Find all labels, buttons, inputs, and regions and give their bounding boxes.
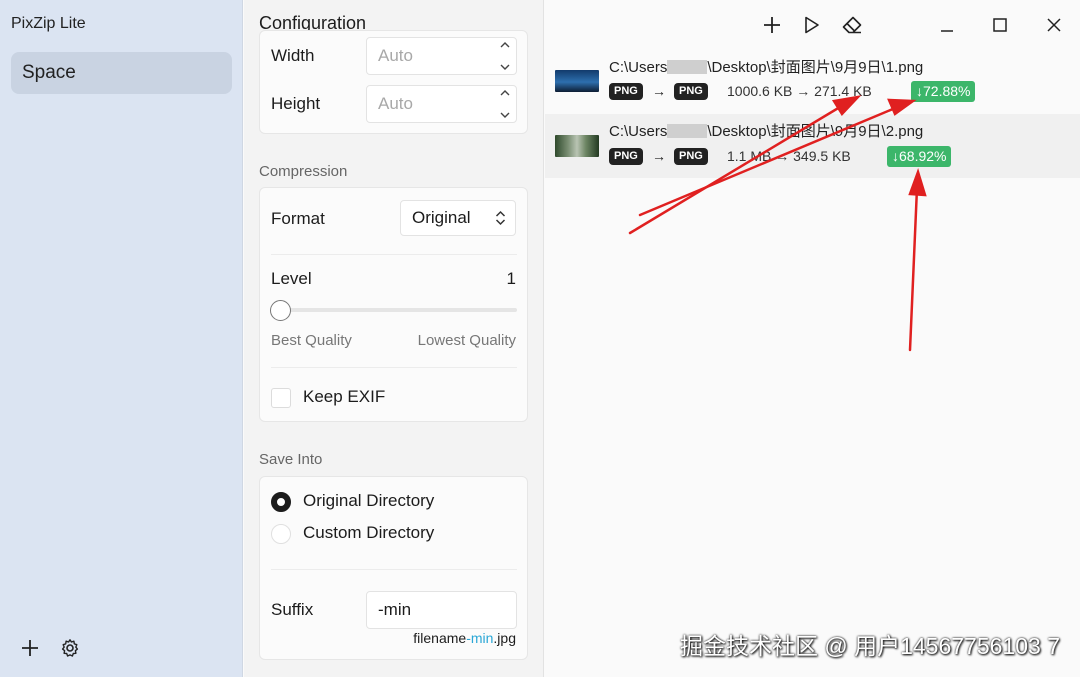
level-slider-track[interactable] — [271, 308, 517, 312]
save-section-label: Save Into — [259, 451, 323, 468]
reduction-badge: ↓68.92% — [887, 146, 952, 167]
chevron-down-icon — [500, 112, 510, 118]
suffix-label: Suffix — [271, 600, 314, 619]
height-placeholder: Auto — [378, 94, 413, 113]
updown-icon — [495, 210, 506, 226]
close-button[interactable] — [1041, 12, 1067, 38]
format-value: Original — [412, 208, 471, 227]
divider — [271, 367, 517, 368]
width-placeholder: Auto — [378, 46, 413, 65]
path-prefix: C:\Users — [609, 123, 668, 140]
start-compress-button[interactable] — [799, 12, 825, 38]
width-label: Width — [271, 46, 315, 65]
path-suffix: \Desktop\封面图片\9月9日\1.png — [707, 59, 924, 76]
maximize-button[interactable] — [987, 12, 1013, 38]
file-path: C:\Users \Desktop\封面图片\9月9日\2.png — [609, 120, 923, 141]
height-stepper[interactable] — [500, 89, 510, 119]
hint-suffix: .jpg — [493, 630, 516, 646]
sidebar: PixZip Lite Space — [0, 0, 243, 677]
suffix-input[interactable]: -min — [366, 591, 517, 629]
format-label: Format — [271, 209, 325, 228]
compressed-size: 271.4 KB — [814, 83, 872, 99]
settings-button[interactable] — [58, 636, 82, 660]
maximize-icon — [993, 18, 1007, 32]
width-input[interactable]: Auto — [366, 37, 517, 75]
add-space-button[interactable] — [18, 636, 42, 660]
hint-accent: -min — [466, 630, 494, 646]
configuration-panel: Configuration Width Auto Height Auto Com… — [244, 0, 544, 677]
filename-hint: filename-min.jpg — [413, 630, 516, 646]
clear-list-button[interactable] — [839, 12, 865, 38]
to-format-badge: PNG — [674, 83, 708, 100]
keep-exif-checkbox[interactable] — [271, 388, 291, 408]
chevron-up-icon — [500, 42, 510, 48]
close-icon — [1047, 18, 1061, 32]
add-icon — [764, 17, 780, 33]
arrow-right-icon: → — [652, 148, 666, 164]
level-value: 1 — [506, 269, 516, 288]
size-change: 1.1 MB → 349.5 KB — [727, 148, 851, 164]
option-custom-directory[interactable]: Custom Directory — [303, 523, 434, 543]
best-quality-label: Best Quality — [271, 332, 352, 349]
original-size: 1.1 MB — [727, 148, 772, 164]
keep-exif-label: Keep EXIF — [303, 387, 386, 406]
original-size: 1000.6 KB — [727, 83, 793, 99]
file-row[interactable]: C:\Users \Desktop\封面图片\9月9日\2.png PNG → P… — [545, 114, 1080, 178]
height-label: Height — [271, 94, 321, 113]
arrow-right-icon: → — [652, 83, 666, 99]
radio-custom-directory[interactable] — [271, 524, 291, 544]
file-path: C:\Users \Desktop\封面图片\9月9日\1.png — [609, 56, 923, 77]
size-change: 1000.6 KB → 271.4 KB — [727, 83, 872, 99]
to-format-badge: PNG — [674, 148, 708, 165]
path-suffix: \Desktop\封面图片\9月9日\2.png — [707, 123, 924, 140]
reduction-badge: ↓72.88% — [911, 81, 976, 102]
watermark: 掘金技术社区 @ 用户14567756103 7 — [679, 633, 1060, 659]
path-prefix: C:\Users — [609, 59, 668, 76]
compressed-size: 349.5 KB — [793, 148, 851, 164]
chevron-down-icon — [500, 64, 510, 70]
height-input[interactable]: Auto — [366, 85, 517, 123]
level-label: Level — [271, 269, 312, 288]
from-format-badge: PNG — [609, 148, 643, 165]
lowest-quality-label: Lowest Quality — [417, 332, 516, 349]
format-select[interactable]: Original — [400, 200, 516, 236]
add-icon — [22, 640, 38, 656]
redacted-username — [667, 60, 708, 74]
width-stepper[interactable] — [500, 41, 510, 71]
compression-section-label: Compression — [259, 163, 348, 180]
compression-card: Format Original Level 1 Best Quality Low… — [259, 187, 528, 422]
file-thumbnail — [555, 135, 599, 157]
redacted-username — [667, 124, 708, 138]
eraser-icon — [842, 16, 862, 34]
chevron-up-icon — [500, 90, 510, 96]
gear-icon — [61, 639, 79, 657]
minimize-icon — [941, 30, 953, 32]
add-files-button[interactable] — [759, 12, 785, 38]
app-title: PixZip Lite — [11, 15, 86, 32]
option-original-directory[interactable]: Original Directory — [303, 491, 434, 511]
radio-original-directory[interactable] — [271, 492, 291, 512]
divider — [271, 569, 517, 570]
file-list-area: C:\Users \Desktop\封面图片\9月9日\1.png PNG → P… — [545, 0, 1080, 677]
sidebar-item-space[interactable]: Space — [11, 52, 232, 94]
save-card: Original Directory Custom Directory Suff… — [259, 476, 528, 660]
from-format-badge: PNG — [609, 83, 643, 100]
minimize-button[interactable] — [934, 12, 960, 38]
play-icon — [805, 16, 819, 34]
level-slider-thumb[interactable] — [270, 300, 291, 321]
divider — [271, 254, 517, 255]
resize-card: Width Auto Height Auto — [259, 30, 528, 134]
hint-prefix: filename — [413, 630, 467, 646]
file-row[interactable]: C:\Users \Desktop\封面图片\9月9日\1.png PNG → P… — [545, 50, 1080, 114]
file-thumbnail — [555, 70, 599, 92]
